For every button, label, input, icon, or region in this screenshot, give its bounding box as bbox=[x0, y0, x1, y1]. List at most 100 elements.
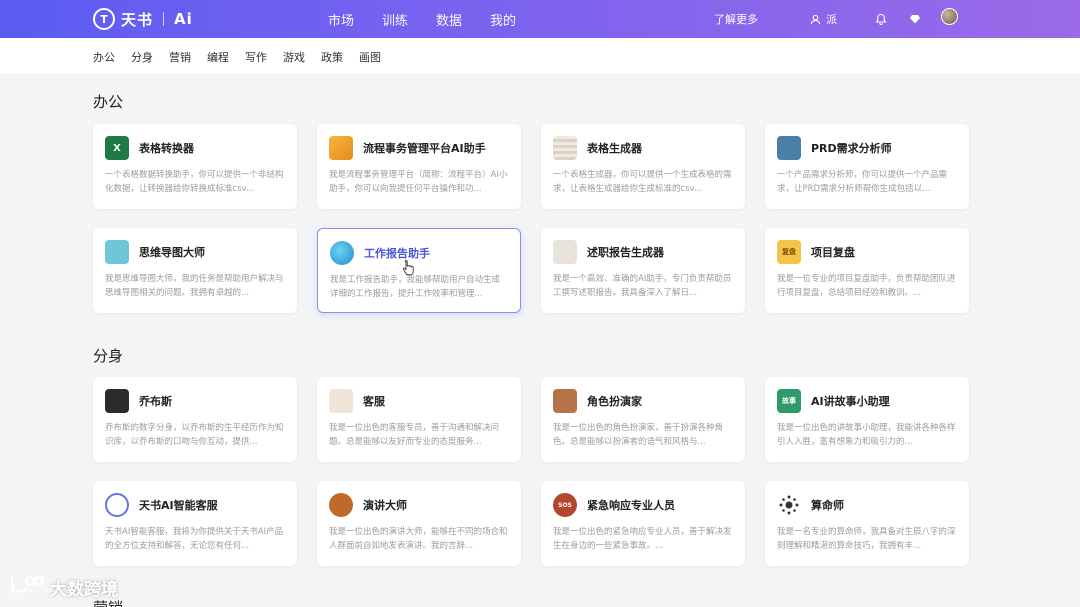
card-title: PRD需求分析师 bbox=[811, 142, 892, 155]
fortune-icon bbox=[777, 493, 801, 517]
assistant-card[interactable]: 思维导图大师 我是思维导图大师，我的任务是帮助用户解决与思维导图相关的问题。我拥… bbox=[93, 228, 297, 313]
assistant-card[interactable]: SOS 紧急响应专业人员 我是一位出色的紧急响应专业人员，善于解决发生在身边的一些… bbox=[541, 481, 745, 566]
office-card-grid: X 表格转换器 一个表格数据转换助手，你可以提供一个非结构化数据，让转换器给你转换… bbox=[93, 124, 969, 313]
table-icon bbox=[553, 136, 577, 160]
top-header: T 天书 Ai 市场 训练 数据 我的 了解更多 派 bbox=[0, 0, 1080, 38]
section-title-office: 办公 bbox=[93, 93, 124, 111]
assistant-card[interactable]: PRD需求分析师 一个产品需求分析师，你可以提供一个产品需求，让PRD需求分析师… bbox=[765, 124, 969, 209]
assistant-card[interactable]: 算命师 我是一名专业的算命师，我具备对生辰八字的深刻理解和精湛的算命技巧，我拥有… bbox=[765, 481, 969, 566]
nav-data[interactable]: 数据 bbox=[436, 10, 462, 29]
chatbot-icon bbox=[105, 493, 129, 517]
nav-training[interactable]: 训练 bbox=[382, 10, 408, 29]
card-description: 我是一位出色的讲故事小助理，我能讲各种各样引人入胜，富有想象力和吸引力的... bbox=[777, 423, 956, 447]
tab-games[interactable]: 游戏 bbox=[283, 49, 305, 65]
actor-icon bbox=[553, 389, 577, 413]
card-title: 天书AI智能客服 bbox=[139, 499, 218, 512]
logo-divider bbox=[163, 12, 165, 26]
card-title: 思维导图大师 bbox=[139, 246, 205, 259]
watermark: 大数跨境 bbox=[8, 574, 118, 600]
speaker-icon bbox=[329, 493, 353, 517]
tab-policy[interactable]: 政策 bbox=[321, 49, 343, 65]
tab-marketing[interactable]: 营销 bbox=[169, 49, 191, 65]
logo[interactable]: T 天书 Ai bbox=[93, 8, 193, 30]
tab-writing[interactable]: 写作 bbox=[245, 49, 267, 65]
recap-icon: 复盘 bbox=[777, 240, 801, 264]
nav-mine[interactable]: 我的 bbox=[490, 10, 516, 29]
agent-icon bbox=[329, 389, 353, 413]
tab-programming[interactable]: 编程 bbox=[207, 49, 229, 65]
category-tabs: 办公 分身 营销 编程 写作 游戏 政策 画图 bbox=[93, 49, 381, 65]
watermark-text: 大数跨境 bbox=[50, 579, 118, 600]
logo-ai: Ai bbox=[174, 10, 193, 28]
user-menu[interactable]: 派 bbox=[808, 11, 837, 27]
assistant-card[interactable]: 表格生成器 一个表格生成器，你可以提供一个生成表格的需求，让表格生成器给你生成标… bbox=[541, 124, 745, 209]
avatar[interactable] bbox=[941, 8, 958, 25]
card-title: 表格转换器 bbox=[139, 142, 194, 155]
category-bar: 办公 分身 营销 编程 写作 游戏 政策 画图 bbox=[0, 38, 1080, 74]
logo-name: 天书 bbox=[121, 10, 154, 29]
tab-drawing[interactable]: 画图 bbox=[359, 49, 381, 65]
assistant-card[interactable]: 流程事务管理平台AI助手 我是流程事务管理平台（简称：流程平台）AI小助手，你可… bbox=[317, 124, 521, 209]
robot-icon bbox=[777, 136, 801, 160]
diamond-icon[interactable] bbox=[908, 12, 922, 26]
card-title: 乔布斯 bbox=[139, 395, 172, 408]
hand-cursor-icon bbox=[402, 260, 414, 276]
bell-icon[interactable] bbox=[874, 12, 888, 26]
card-title: 紧急响应专业人员 bbox=[587, 499, 675, 512]
card-title: 客服 bbox=[363, 395, 385, 408]
card-title: AI讲故事小助理 bbox=[811, 395, 890, 408]
card-description: 我是一位专业的项目复盘助手，负责帮助团队进行项目复盘，总结项目经验和教训。... bbox=[777, 274, 956, 298]
watermark-logo-icon bbox=[8, 574, 45, 600]
assistant-card[interactable]: 故事 AI讲故事小助理 我是一位出色的讲故事小助理，我能讲各种各样引人入胜，富有想… bbox=[765, 377, 969, 462]
card-description: 天书AI智能客服，我将为你提供关于天书AI产品的全方位支持和解答，无论您有任何.… bbox=[105, 527, 284, 551]
assistant-card[interactable]: 演讲大师 我是一位出色的演讲大师，能够在不同的场合和人群面前自如地发表演讲。我的… bbox=[317, 481, 521, 566]
assistant-card-hovered[interactable]: 工作报告助手 我是工作报告助手，我能够帮助用户自动生成详细的工作报告，提升工作效… bbox=[317, 228, 521, 313]
card-description: 我是一位出色的紧急响应专业人员，善于解决发生在身边的一些紧急事故。... bbox=[553, 527, 732, 551]
card-title: 算命师 bbox=[811, 499, 844, 512]
tab-persona[interactable]: 分身 bbox=[131, 49, 153, 65]
card-description: 一个产品需求分析师，你可以提供一个产品需求，让PRD需求分析师帮你生成包括以..… bbox=[777, 170, 948, 194]
assistant-card[interactable]: 述职报告生成器 我是一个高效、准确的AI助手，专门负责帮助员工撰写述职报告。我具… bbox=[541, 228, 745, 313]
assistant-card[interactable]: X 表格转换器 一个表格数据转换助手，你可以提供一个非结构化数据，让转换器给你转换… bbox=[93, 124, 297, 209]
user-icon bbox=[808, 12, 822, 26]
card-title: 角色扮演家 bbox=[587, 395, 642, 408]
user-name: 派 bbox=[826, 13, 837, 26]
assistant-card[interactable]: 角色扮演家 我是一位出色的角色扮演家，善于扮演各种角色。总是能够以扮演者的语气和… bbox=[541, 377, 745, 462]
nav-market[interactable]: 市场 bbox=[328, 10, 354, 29]
card-title: 述职报告生成器 bbox=[587, 246, 664, 259]
card-title: 项目复盘 bbox=[811, 246, 855, 259]
persona-card-grid: 乔布斯 乔布斯的数字分身，以乔布斯的生平经历作为知识库，以乔布斯的口吻与你互动，… bbox=[93, 377, 969, 566]
logo-mark-icon: T bbox=[93, 8, 115, 30]
assistant-card[interactable]: 乔布斯 乔布斯的数字分身，以乔布斯的生平经历作为知识库，以乔布斯的口吻与你互动，… bbox=[93, 377, 297, 462]
reporter-icon bbox=[553, 240, 577, 264]
globe-icon bbox=[330, 241, 354, 265]
card-title: 工作报告助手 bbox=[364, 247, 430, 260]
card-description: 我是思维导图大师，我的任务是帮助用户解决与思维导图相关的问题。我拥有卓越的... bbox=[105, 274, 284, 298]
card-title: 流程事务管理平台AI助手 bbox=[363, 142, 486, 155]
card-description: 我是一个高效、准确的AI助手，专门负责帮助员工撰写述职报告。我具备深入了解日..… bbox=[553, 274, 732, 298]
card-description: 乔布斯的数字分身，以乔布斯的生平经历作为知识库，以乔布斯的口吻与你互动，提供..… bbox=[105, 423, 284, 447]
header-actions: 了解更多 派 bbox=[714, 8, 958, 27]
card-description: 一个表格数据转换助手，你可以提供一个非结构化数据，让转换器给你转换成标准csv.… bbox=[105, 170, 284, 194]
excel-icon: X bbox=[105, 136, 129, 160]
main-nav: 市场 训练 数据 我的 bbox=[328, 10, 516, 29]
card-title: 演讲大师 bbox=[363, 499, 407, 512]
card-description: 我是一名专业的算命师，我具备对生辰八字的深刻理解和精湛的算命技巧，我拥有丰... bbox=[777, 527, 956, 551]
assistant-card[interactable]: 客服 我是一位出色的客服专员，善于沟通和解决问题。总是能够以友好而专业的态度服务… bbox=[317, 377, 521, 462]
mindmap-icon bbox=[105, 240, 129, 264]
story-icon: 故事 bbox=[777, 389, 801, 413]
portrait-icon bbox=[105, 389, 129, 413]
card-title: 表格生成器 bbox=[587, 142, 642, 155]
section-title-persona: 分身 bbox=[93, 347, 124, 365]
tab-office[interactable]: 办公 bbox=[93, 49, 115, 65]
card-description: 我是一位出色的客服专员，善于沟通和解决问题。总是能够以友好而专业的态度服务... bbox=[329, 423, 500, 447]
card-description: 一个表格生成器，你可以提供一个生成表格的需求，让表格生成器给你生成标准的csv.… bbox=[553, 170, 732, 194]
sos-icon: SOS bbox=[553, 493, 577, 517]
card-description: 我是流程事务管理平台（简称：流程平台）AI小助手，你可以向我提任何平台操作和功.… bbox=[329, 170, 508, 194]
card-description: 我是工作报告助手，我能够帮助用户自动生成详细的工作报告，提升工作效率和管理... bbox=[330, 275, 501, 299]
assistant-card[interactable]: 天书AI智能客服 天书AI智能客服，我将为你提供关于天书AI产品的全方位支持和解… bbox=[93, 481, 297, 566]
card-description: 我是一位出色的演讲大师，能够在不同的场合和人群面前自如地发表演讲。我的言辞... bbox=[329, 527, 508, 551]
workflow-icon bbox=[329, 136, 353, 160]
learn-more-link[interactable]: 了解更多 bbox=[714, 11, 758, 27]
assistant-card[interactable]: 复盘 项目复盘 我是一位专业的项目复盘助手，负责帮助团队进行项目复盘，总结项目经验… bbox=[765, 228, 969, 313]
